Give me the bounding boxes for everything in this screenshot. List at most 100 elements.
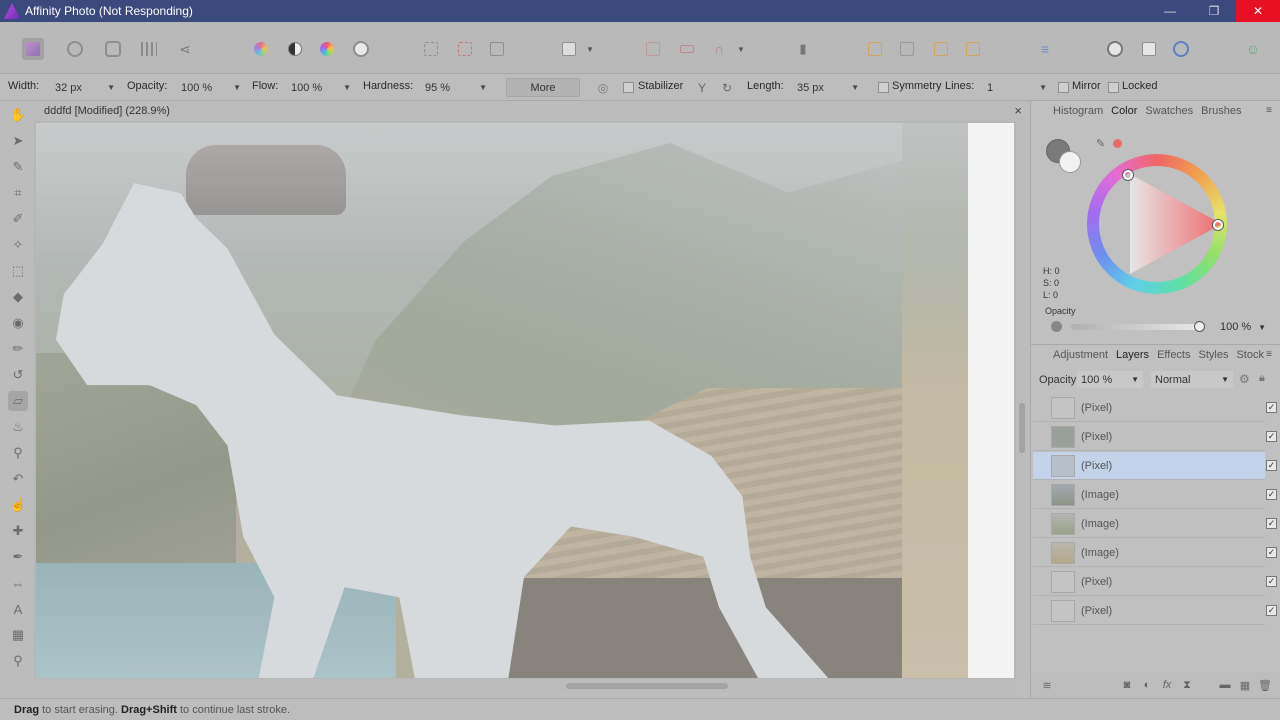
snapping-dropdown-icon[interactable]: ▼: [734, 38, 748, 60]
hue-knob[interactable]: [1213, 220, 1223, 230]
layer-visibility-checkbox[interactable]: ✓: [1266, 576, 1277, 587]
assistant-icon[interactable]: [676, 38, 698, 60]
layer-visibility-checkbox[interactable]: ✓: [1266, 605, 1277, 616]
brush-sync-icon[interactable]: ◎: [592, 77, 614, 99]
tab-styles[interactable]: Styles: [1199, 349, 1229, 361]
flood-select-tool-icon[interactable]: ✧: [8, 235, 28, 255]
deselect-icon[interactable]: [454, 38, 476, 60]
opacity-value-field[interactable]: 100 % ▼: [1217, 319, 1269, 335]
length-field[interactable]: 35 px ▼: [794, 79, 862, 96]
stabilizer-checkbox[interactable]: [623, 82, 634, 93]
secondary-color-swatch[interactable]: [1059, 151, 1081, 173]
fx-icon[interactable]: fx: [1161, 679, 1173, 691]
tab-color[interactable]: Color: [1111, 105, 1137, 117]
layer-row[interactable]: (Image) ✓: [1033, 510, 1277, 538]
tab-layers[interactable]: Layers: [1116, 349, 1149, 361]
arrange-back-icon[interactable]: [864, 38, 886, 60]
dodge-brush-tool-icon[interactable]: ♨: [8, 417, 28, 437]
move-tool-icon[interactable]: ➤: [8, 131, 28, 151]
selection-brush-tool-icon[interactable]: ✐: [8, 209, 28, 229]
undo-brush-tool-icon[interactable]: ↶: [8, 469, 28, 489]
width-field[interactable]: 32 px ▼: [52, 79, 118, 96]
locked-checkbox[interactable]: [1108, 82, 1119, 93]
clone-brush-tool-icon[interactable]: ⚲: [8, 443, 28, 463]
color-picker-tool-icon[interactable]: ✎: [8, 157, 28, 177]
blend-mode-select[interactable]: Normal ▼: [1151, 371, 1233, 388]
close-button[interactable]: ✕: [1236, 0, 1280, 22]
tab-adjustment[interactable]: Adjustment: [1053, 349, 1108, 361]
layer-row[interactable]: (Pixel) ✓: [1033, 597, 1277, 625]
recent-color-icon[interactable]: [1113, 139, 1122, 148]
document-tab[interactable]: dddfd [Modified] (228.9%) ×: [34, 101, 1028, 121]
tab-stock[interactable]: Stock: [1236, 349, 1264, 361]
color-picker-icon[interactable]: ✎: [1096, 137, 1105, 150]
boolean-add-icon[interactable]: [1104, 38, 1126, 60]
layer-row-selected[interactable]: (Pixel) ✓: [1033, 452, 1277, 480]
layer-row[interactable]: (Image) ✓: [1033, 539, 1277, 567]
mesh-warp-tool-icon[interactable]: ⇔: [8, 573, 28, 593]
window-mode-icon[interactable]: ↻: [716, 77, 738, 99]
layer-visibility-checkbox[interactable]: ✓: [1266, 402, 1277, 413]
layer-row[interactable]: (Image) ✓: [1033, 481, 1277, 509]
smudge-brush-tool-icon[interactable]: ☝: [8, 495, 28, 515]
color-replacement-tool-icon[interactable]: ↺: [8, 365, 28, 385]
snapping-icon[interactable]: ∩: [708, 38, 730, 60]
invert-selection-icon[interactable]: [486, 38, 508, 60]
minimize-button[interactable]: —: [1148, 0, 1192, 22]
close-document-icon[interactable]: ×: [1014, 103, 1022, 118]
quick-mask-icon[interactable]: [558, 38, 580, 60]
arrange-forward-icon[interactable]: [930, 38, 952, 60]
layer-visibility-checkbox[interactable]: ✓: [1266, 431, 1277, 442]
marquee-tool-icon[interactable]: ⬚: [8, 261, 28, 281]
panel-menu-icon[interactable]: ≡: [1266, 105, 1272, 116]
arrange-front-icon[interactable]: [962, 38, 984, 60]
rope-mode-icon[interactable]: Y: [691, 77, 713, 99]
account-icon[interactable]: ☺: [1242, 38, 1264, 60]
export-persona-icon[interactable]: ⋖: [174, 38, 196, 60]
layer-row[interactable]: (Pixel) ✓: [1033, 423, 1277, 451]
layer-row[interactable]: (Pixel) ✓: [1033, 394, 1277, 422]
layer-visibility-checkbox[interactable]: ✓: [1266, 489, 1277, 500]
levels-icon[interactable]: [250, 38, 272, 60]
vertical-scrollbar[interactable]: [1016, 121, 1028, 679]
tab-swatches[interactable]: Swatches: [1145, 105, 1193, 117]
tab-effects[interactable]: Effects: [1157, 349, 1190, 361]
arrange-backward-icon[interactable]: [896, 38, 918, 60]
grid-icon[interactable]: [642, 38, 664, 60]
add-pixel-layer-icon[interactable]: ▦: [1239, 679, 1251, 692]
white-balance-icon[interactable]: [284, 38, 306, 60]
settings-gear-icon[interactable]: ⚙: [1239, 372, 1250, 386]
text-tool-icon[interactable]: A: [8, 599, 28, 619]
mask-layer-icon[interactable]: ◙: [1121, 679, 1133, 691]
quick-mask-dropdown-icon[interactable]: ▼: [583, 38, 597, 60]
layers-stack-icon[interactable]: ≋: [1041, 679, 1053, 692]
hardness-field[interactable]: 95 % ▼: [422, 79, 490, 96]
paint-brush-tool-icon[interactable]: ✏: [8, 339, 28, 359]
zoom-tool-icon[interactable]: ⚲: [8, 651, 28, 671]
triangle-knob[interactable]: [1123, 170, 1133, 180]
layer-row[interactable]: (Pixel) ✓: [1033, 568, 1277, 596]
horizontal-scroll-thumb[interactable]: [566, 683, 728, 689]
hsl-icon[interactable]: [316, 38, 338, 60]
document-canvas[interactable]: [36, 123, 1014, 678]
pen-tool-icon[interactable]: ✒: [8, 547, 28, 567]
symmetry-checkbox[interactable]: [878, 82, 889, 93]
opacity-field[interactable]: 100 % ▼: [178, 79, 244, 96]
more-button[interactable]: More: [506, 78, 580, 97]
delete-layer-icon[interactable]: 🗑︎: [1258, 679, 1272, 692]
flood-fill-tool-icon[interactable]: ◆: [8, 287, 28, 307]
adjustment-layer-icon[interactable]: ◐: [1141, 679, 1153, 691]
layer-visibility-checkbox[interactable]: ✓: [1266, 460, 1277, 471]
opacity-slider-knob[interactable]: [1194, 321, 1205, 332]
recolor-icon[interactable]: [350, 38, 372, 60]
layer-visibility-checkbox[interactable]: ✓: [1266, 518, 1277, 529]
pen-pressure-icon[interactable]: ▮: [792, 38, 814, 60]
layers-menu-icon[interactable]: ≡: [1266, 349, 1272, 360]
maximize-button[interactable]: ❐: [1192, 0, 1236, 22]
add-group-icon[interactable]: ▬: [1219, 679, 1231, 691]
horizontal-scrollbar[interactable]: [34, 679, 1016, 693]
align-icon[interactable]: ≡: [1034, 38, 1056, 60]
tab-histogram[interactable]: Histogram: [1053, 105, 1103, 117]
flow-field[interactable]: 100 % ▼: [288, 79, 354, 96]
lines-field[interactable]: 1 ▼: [984, 79, 1050, 96]
